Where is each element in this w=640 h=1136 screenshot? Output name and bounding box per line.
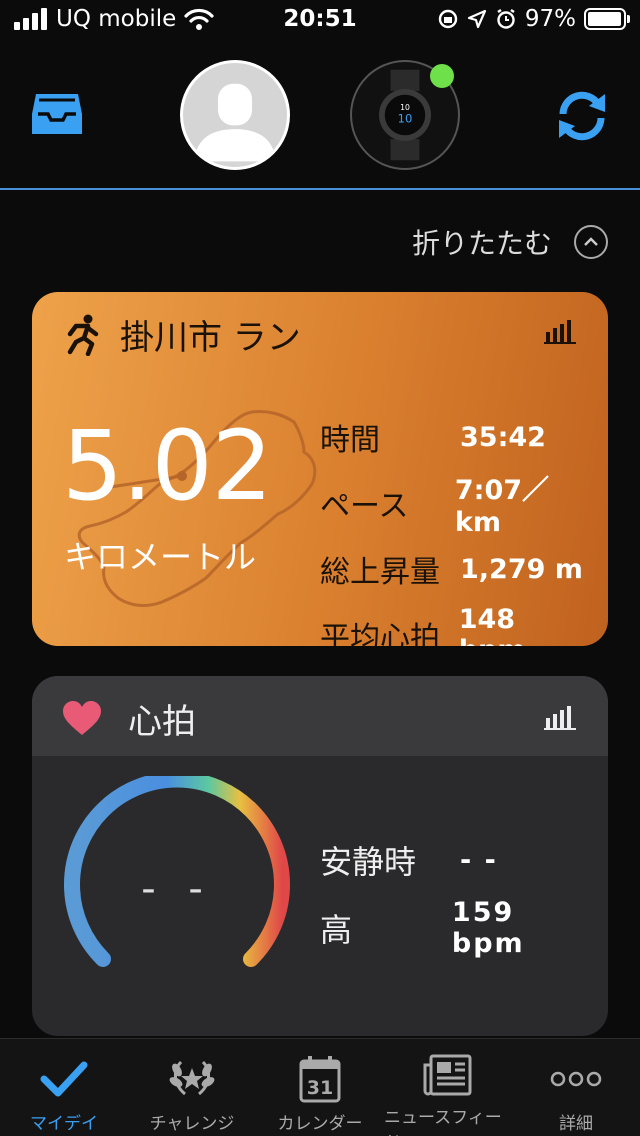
activity-title: 掛川市 ラン xyxy=(120,318,301,358)
stat-label: 総上昇量 xyxy=(320,555,440,590)
battery-percent: 97% xyxy=(524,6,576,32)
distance-unit: キロメートル xyxy=(64,538,257,576)
device-connected-indicator xyxy=(430,64,454,88)
stat-row-pace: ペース 7:07／km xyxy=(320,470,590,538)
heart-rate-stats: 安静時 - - 高 159 bpm xyxy=(320,826,590,962)
tab-label: ニュースフィード xyxy=(384,1108,502,1136)
laurel-icon xyxy=(169,1060,215,1096)
hr-value: 159 bpm xyxy=(451,897,525,959)
tab-calendar[interactable]: 31 カレンダー xyxy=(256,1039,384,1136)
stat-row-elevation: 総上昇量 1,279 m xyxy=(320,536,590,602)
distance-value: 5.02 xyxy=(62,410,273,522)
current-heart-rate: - - xyxy=(141,866,213,912)
stat-row-time: 時間 35:42 xyxy=(320,404,590,470)
tab-more[interactable]: 詳細 xyxy=(512,1039,640,1136)
tab-newsfeed[interactable]: ニュースフィード xyxy=(384,1039,512,1136)
location-icon xyxy=(467,9,486,29)
stat-row-avg-hr: 平均心拍 148 bpm xyxy=(320,602,590,646)
hr-row-high: 高 159 bpm xyxy=(320,894,590,962)
activity-card[interactable]: 掛川市 ラン 5.02 キロメートル 時間 35:42 ペース 7:07／km … xyxy=(32,292,608,646)
more-icon xyxy=(550,1071,602,1087)
checkmark-icon xyxy=(40,1061,88,1097)
stat-value: 35:42 xyxy=(460,421,546,453)
stat-label: ペース xyxy=(320,489,409,524)
hr-label: 安静時 xyxy=(320,843,417,881)
running-icon xyxy=(67,314,99,356)
svg-text:10: 10 xyxy=(398,112,413,126)
heart-rate-title: 心拍 xyxy=(128,702,196,742)
activity-stats: 時間 35:42 ペース 7:07／km 総上昇量 1,279 m 平均心拍 1… xyxy=(320,404,590,647)
app-header: 10 10 xyxy=(0,50,640,190)
tab-my-day[interactable]: マイデイ xyxy=(0,1039,128,1136)
calendar-day: 31 xyxy=(307,1077,333,1099)
hr-row-resting: 安静時 - - xyxy=(320,826,590,894)
heart-rate-card[interactable]: 心拍 - - 安静時 - - 高 159 bpm xyxy=(32,676,608,1036)
sync-icon[interactable] xyxy=(553,90,611,142)
stat-label: 平均心拍 xyxy=(320,621,440,646)
alarm-icon xyxy=(497,9,515,29)
hr-value: - - xyxy=(460,844,498,876)
inbox-icon[interactable] xyxy=(30,90,84,138)
heart-icon xyxy=(63,700,101,735)
stat-value: 148 bpm xyxy=(458,604,526,646)
tab-challenges[interactable]: チャレンジ xyxy=(128,1039,256,1136)
tab-label: 詳細 xyxy=(559,1114,593,1134)
bar-chart-icon[interactable] xyxy=(544,318,576,344)
tab-label: チャレンジ xyxy=(149,1114,235,1134)
tab-bar: マイデイ チャレンジ 31 カレンダー ニュースフィー 詳細 xyxy=(0,1038,640,1136)
calendar-icon: 31 xyxy=(299,1056,341,1103)
profile-avatar[interactable] xyxy=(180,60,290,170)
screen-lock-icon xyxy=(438,9,458,29)
hr-label: 高 xyxy=(320,911,353,949)
collapse-toggle[interactable]: 折りたたむ xyxy=(412,222,608,262)
stat-value: 1,279 m xyxy=(460,553,583,585)
collapse-label: 折りたたむ xyxy=(411,227,552,260)
battery-icon xyxy=(584,8,630,30)
tab-label: カレンダー xyxy=(277,1114,363,1134)
tab-label: マイデイ xyxy=(30,1114,98,1134)
person-silhouette-icon xyxy=(194,83,276,162)
status-bar: UQ mobile 20:51 97% xyxy=(0,0,640,40)
stat-label: 時間 xyxy=(320,423,380,458)
newsfeed-icon xyxy=(423,1054,472,1096)
chevron-up-icon xyxy=(574,225,608,259)
stat-value: 7:07／km xyxy=(454,475,550,538)
bar-chart-icon[interactable] xyxy=(544,704,576,730)
